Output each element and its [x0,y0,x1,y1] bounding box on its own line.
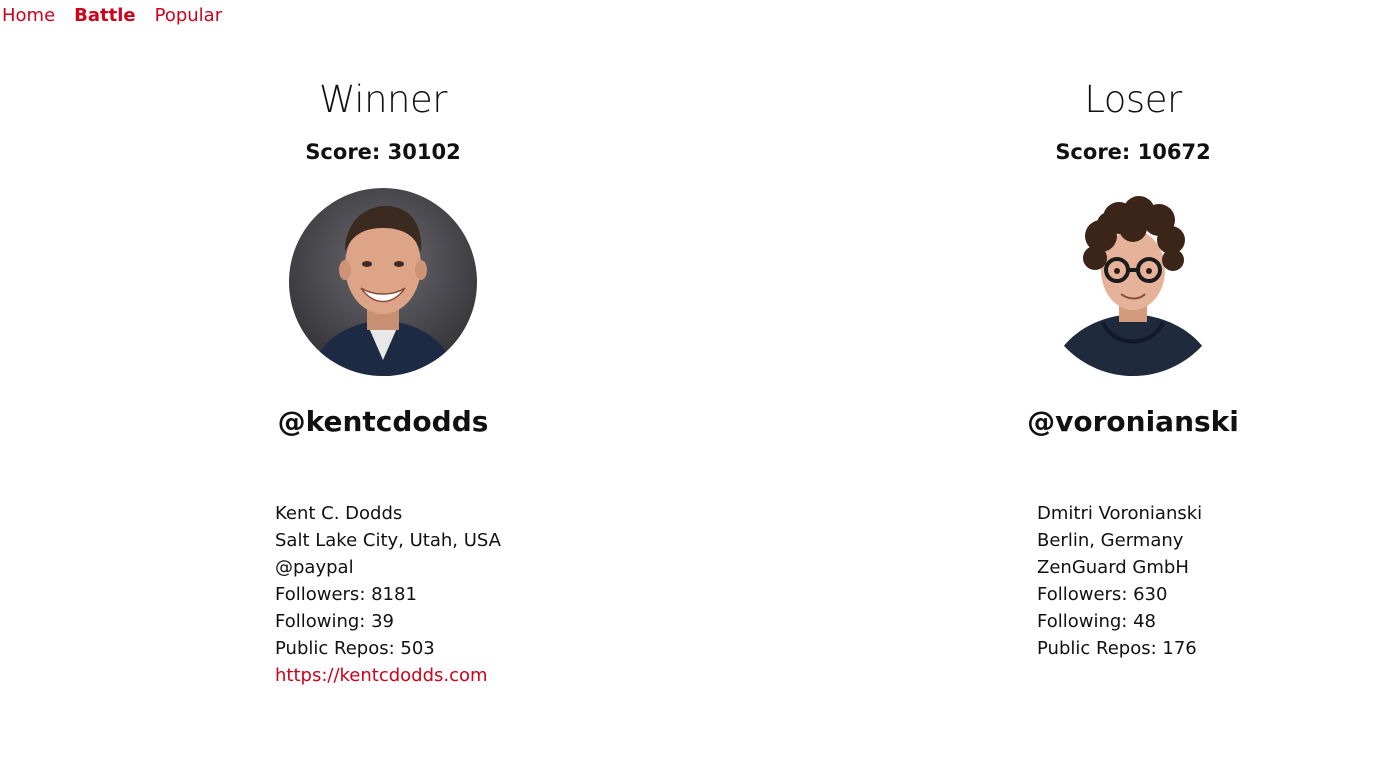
nav-home-link[interactable]: Home [2,4,55,28]
result-header: Loser [1084,78,1182,121]
profile-photo-icon [289,188,477,376]
player-followers: Followers: 630 [1037,584,1168,605]
loser-card: Loser Score: 10672 @voronianski Dmitri V… [923,0,1343,659]
player-score: Score: 10672 [1055,140,1211,164]
player-followers: Followers: 8181 [275,584,417,605]
player-score: Score: 30102 [305,140,461,164]
player-following: Following: 39 [275,611,394,632]
winner-card: Winner Score: 30102 @kentcdodds Kent C. … [173,0,593,686]
player-company: ZenGuard GmbH [1037,557,1189,578]
player-name: Kent C. Dodds [275,503,403,524]
player-company: @paypal [275,557,354,578]
player-info-list: Kent C. Dodds Salt Lake City, Utah, USA … [275,500,501,689]
player-following: Following: 48 [1037,611,1156,632]
player-location: Salt Lake City, Utah, USA [275,530,501,551]
avatar [289,188,477,376]
player-info-list: Dmitri Voronianski Berlin, Germany ZenGu… [1037,500,1202,662]
avatar [1039,188,1227,376]
nav-battle-link[interactable]: Battle [74,4,135,28]
player-blog-link[interactable]: https://kentcdodds.com [275,665,488,686]
player-public-repos: Public Repos: 176 [1037,638,1197,659]
player-public-repos: Public Repos: 503 [275,638,435,659]
player-handle: @kentcdodds [277,405,489,438]
result-header: Winner [319,78,447,121]
cartoon-avatar-icon [1039,188,1227,376]
player-name: Dmitri Voronianski [1037,503,1203,524]
player-location: Berlin, Germany [1037,530,1184,551]
player-handle: @voronianski [1027,405,1239,438]
